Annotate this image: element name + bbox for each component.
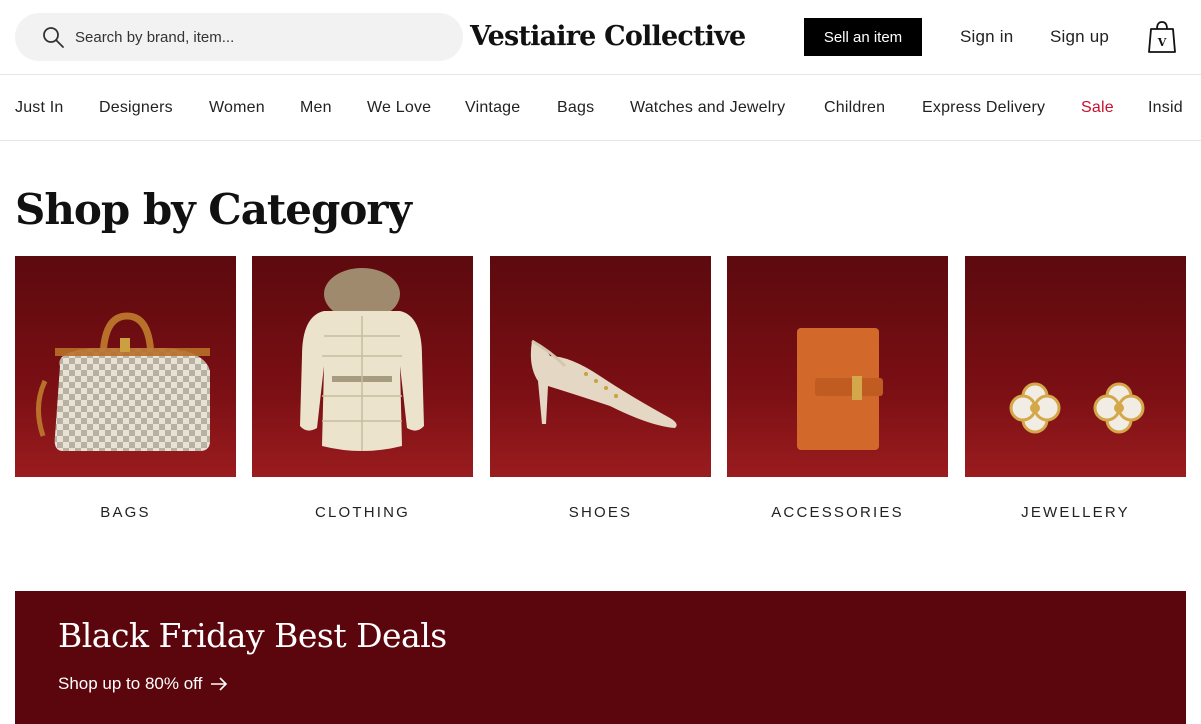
speedy-bag-icon bbox=[15, 256, 236, 477]
nav-item-women[interactable]: Women bbox=[209, 98, 265, 118]
category-card-accessories[interactable] bbox=[727, 256, 948, 477]
banner-title: Black Friday Best Deals bbox=[58, 616, 447, 655]
section-title: Shop by Category bbox=[15, 185, 412, 234]
slingback-pump-icon bbox=[490, 256, 711, 477]
search-bar[interactable] bbox=[15, 13, 463, 61]
shopping-bag-icon[interactable]: V bbox=[1148, 20, 1176, 54]
nav-item-inside[interactable]: Insid bbox=[1148, 98, 1183, 118]
category-card-bags[interactable] bbox=[15, 256, 236, 477]
nav-item-sale[interactable]: Sale bbox=[1081, 98, 1114, 118]
category-label-bags[interactable]: BAGS bbox=[15, 503, 236, 523]
search-input[interactable] bbox=[75, 13, 455, 61]
clover-earrings-icon bbox=[965, 256, 1186, 477]
nav-item-vintage[interactable]: Vintage bbox=[465, 98, 520, 118]
main-nav: Just In Designers Women Men We Love Vint… bbox=[0, 75, 1201, 141]
nav-item-watches-jewelry[interactable]: Watches and Jewelry bbox=[630, 98, 785, 118]
nav-item-children[interactable]: Children bbox=[824, 98, 885, 118]
site-logo[interactable]: Vestiaire Collective bbox=[470, 17, 746, 57]
category-card-shoes[interactable] bbox=[490, 256, 711, 477]
banner-link[interactable]: Shop up to 80% off bbox=[58, 673, 228, 695]
sell-item-button[interactable]: Sell an item bbox=[804, 18, 922, 56]
nav-item-men[interactable]: Men bbox=[300, 98, 332, 118]
search-icon bbox=[43, 27, 64, 48]
category-card-jewellery[interactable] bbox=[965, 256, 1186, 477]
nav-item-we-love[interactable]: We Love bbox=[367, 98, 431, 118]
promo-banner[interactable]: Black Friday Best Deals Shop up to 80% o… bbox=[15, 591, 1186, 724]
category-label-clothing[interactable]: CLOTHING bbox=[252, 503, 473, 523]
category-label-shoes[interactable]: SHOES bbox=[490, 503, 711, 523]
category-label-accessories[interactable]: ACCESSORIES bbox=[727, 503, 948, 523]
site-header: Vestiaire Collective Sell an item Sign i… bbox=[0, 0, 1201, 75]
puffer-jacket-icon bbox=[252, 256, 473, 477]
sign-up-link[interactable]: Sign up bbox=[1050, 26, 1109, 48]
nav-item-designers[interactable]: Designers bbox=[99, 98, 173, 118]
nav-item-express-delivery[interactable]: Express Delivery bbox=[922, 98, 1045, 118]
category-card-clothing[interactable] bbox=[252, 256, 473, 477]
nav-item-bags[interactable]: Bags bbox=[557, 98, 594, 118]
arrow-right-icon bbox=[211, 677, 228, 691]
svg-text:V: V bbox=[1157, 36, 1167, 49]
sign-in-link[interactable]: Sign in bbox=[960, 26, 1013, 48]
wallet-icon bbox=[727, 256, 948, 477]
category-label-jewellery[interactable]: JEWELLERY bbox=[965, 503, 1186, 523]
banner-link-label: Shop up to 80% off bbox=[58, 674, 203, 693]
nav-item-just-in[interactable]: Just In bbox=[15, 98, 64, 118]
